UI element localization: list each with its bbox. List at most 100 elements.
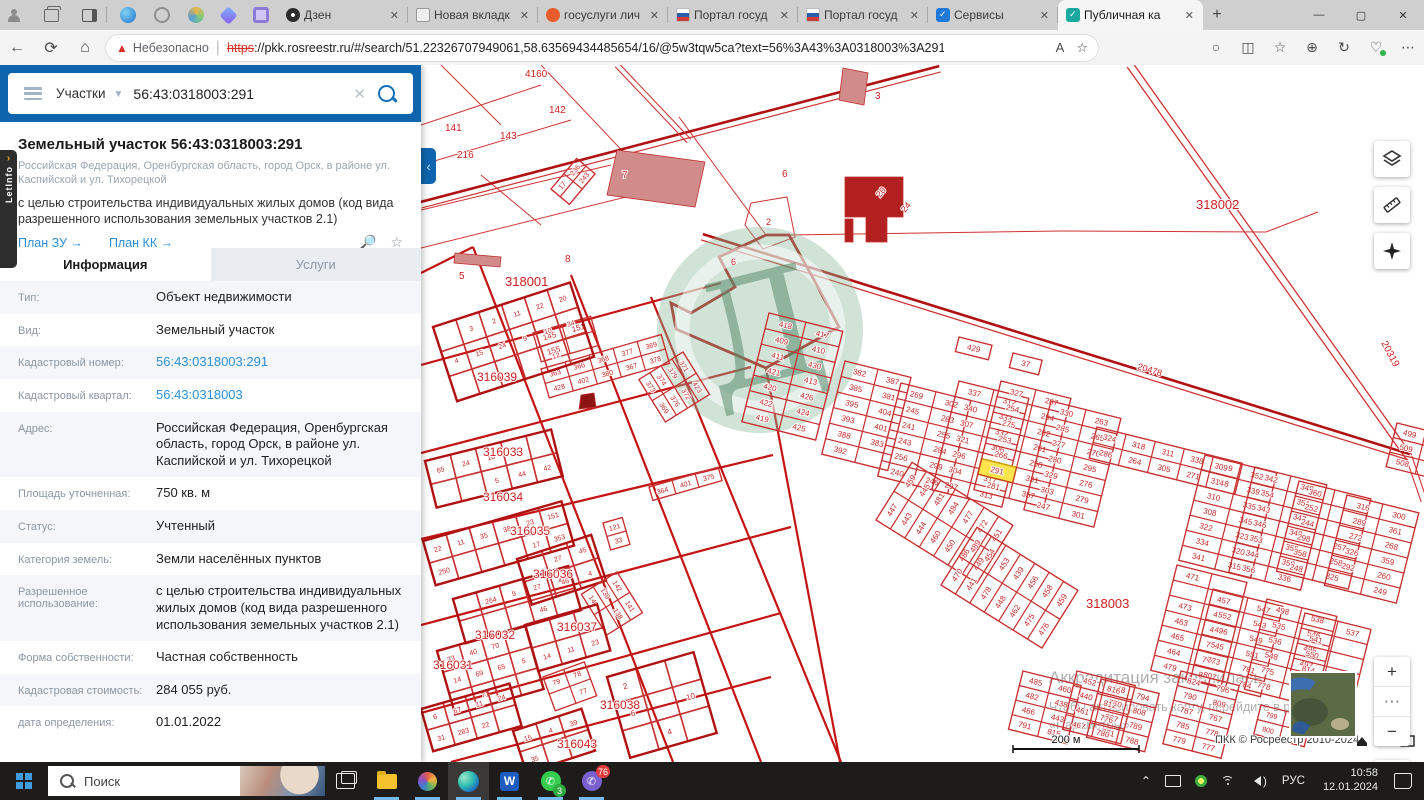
task-view-button[interactable] (325, 762, 366, 800)
split-screen-icon[interactable]: ◫ (1232, 39, 1264, 56)
safety-icon[interactable]: ♡ (1360, 39, 1392, 56)
more-icon[interactable]: ⋯ (1392, 39, 1424, 56)
search-category-select[interactable]: Участки (56, 86, 106, 101)
search-highlight-photo[interactable] (240, 766, 325, 796)
locate-button[interactable] (1374, 233, 1410, 269)
zoom-in-button[interactable]: + (1374, 657, 1410, 686)
photos-taskbar-button[interactable] (407, 762, 448, 800)
workspace-gray-icon[interactable] (154, 7, 170, 23)
browser-tab-6[interactable]: Сервисы✕ (928, 0, 1058, 30)
attribute-value: 01.01.2022 (156, 714, 222, 730)
start-button[interactable] (0, 762, 48, 800)
layers-icon (1382, 150, 1402, 166)
close-tab-icon[interactable]: ✕ (777, 8, 792, 23)
quarter-label: 316032 (475, 628, 515, 642)
cadastral-map[interactable]: ДАккредитация закончиласьЧтобы активиров… (421, 65, 1424, 762)
file-explorer-taskbar-button[interactable] (366, 762, 407, 800)
language-indicator[interactable]: РУС (1282, 775, 1305, 787)
close-tab-icon[interactable]: ✕ (517, 8, 532, 23)
quarter-label: 316031 (433, 658, 473, 672)
close-tab-icon[interactable]: ✕ (1037, 8, 1052, 23)
attribute-value[interactable]: 56:43:0318003:291 (146, 354, 408, 371)
badge: 3 (553, 784, 566, 797)
copilot-icon[interactable]: ○ (1200, 39, 1232, 56)
compass-button[interactable] (1374, 760, 1410, 762)
sidebar-toggle-icon[interactable] (76, 2, 102, 28)
close-button[interactable]: ✕ (1382, 0, 1424, 30)
layers-button[interactable] (1374, 141, 1410, 177)
word-taskbar-button[interactable]: W (489, 762, 530, 800)
search-bar[interactable]: Участки ▼ 56:43:0318003:291 ✕ (8, 73, 413, 114)
workspace-apps-icon[interactable] (253, 7, 269, 23)
minimize-button[interactable]: — (1298, 0, 1340, 30)
new-tab-button[interactable]: + (1203, 3, 1231, 27)
panel-collapse-button[interactable]: ‹ (421, 148, 436, 184)
zoom-control: + ⋯ − (1374, 657, 1410, 746)
back-icon[interactable]: ← (0, 39, 34, 57)
building (844, 218, 854, 243)
workspace-gem-icon[interactable] (219, 5, 238, 25)
display-tray-icon[interactable] (1164, 775, 1181, 787)
parcel-address-subtitle: Российская Федерация, Оренбургская облас… (18, 160, 391, 187)
browser-tab-1[interactable]: Дзен ✕ (278, 0, 408, 30)
windows-logo-icon (16, 773, 32, 789)
profile-icon[interactable] (0, 2, 26, 28)
gosuslugi-favicon (546, 8, 560, 22)
attribute-row: Кадастровый номер: 56:43:0318003:291 (0, 346, 421, 379)
viber-taskbar-button[interactable]: ✆ 76 (571, 762, 612, 800)
whatsapp-taskbar-button[interactable]: ✆ 3 (530, 762, 571, 800)
tab-stack-icon[interactable] (38, 2, 64, 28)
history-icon[interactable]: ↻ (1328, 39, 1360, 56)
tray-expand-icon[interactable]: ⌃ (1141, 774, 1151, 788)
favorites-icon[interactable]: ☆ (1264, 39, 1296, 56)
close-tab-icon[interactable]: ✕ (647, 8, 662, 23)
clock[interactable]: 10:58 12.01.2024 (1323, 767, 1378, 795)
letinfo-extension-tab[interactable]: › LetInfo (0, 150, 17, 268)
pkk-favicon (1066, 8, 1080, 22)
home-icon[interactable]: ⌂ (68, 39, 102, 57)
browser-tab-3[interactable]: госуслуги лич ✕ (538, 0, 668, 30)
menu-icon[interactable] (24, 87, 42, 100)
search-icon[interactable] (378, 85, 395, 102)
volume-icon[interactable]: ) (1249, 774, 1267, 788)
attribute-row: Категория земель: Земли населённых пункто… (0, 543, 421, 576)
close-tab-icon[interactable]: ✕ (907, 8, 922, 23)
reload-icon[interactable]: ⟳ (34, 38, 68, 58)
chevron-down-icon[interactable]: ▼ (114, 89, 124, 100)
notification-center-icon[interactable] (1394, 773, 1412, 789)
maximize-button[interactable]: ▢ (1340, 0, 1382, 30)
antivirus-tray-icon[interactable] (1194, 775, 1207, 787)
taskbar-search[interactable]: Поиск (48, 766, 325, 796)
favorite-star-icon[interactable]: ☆ (1076, 40, 1088, 56)
browser-tab-2[interactable]: Новая вкладк ✕ (408, 0, 538, 30)
workspace-blue-icon[interactable] (120, 7, 136, 23)
attribute-label: Категория земель: (18, 553, 113, 566)
zoom-more-button[interactable]: ⋯ (1374, 686, 1410, 716)
close-tab-icon[interactable]: ✕ (387, 8, 402, 23)
taskbar: Поиск W ✆ 3 ✆ 76 ⌃ ) РУС 10:58 12.01.2024 (0, 762, 1424, 800)
new-page-favicon (416, 8, 430, 22)
close-tab-icon[interactable]: ✕ (1182, 8, 1197, 23)
security-warning[interactable]: Небезопасно (133, 41, 209, 55)
browser-tab-5[interactable]: Портал госуд ✕ (798, 0, 928, 30)
url-field[interactable]: ▲ Небезопасно | https ://pkk.rosreestr.r… (106, 34, 1098, 61)
collections-icon[interactable]: ⊕ (1296, 39, 1328, 56)
quarter-label: 5 (459, 271, 465, 282)
wifi-icon[interactable] (1220, 775, 1235, 787)
tab-information[interactable]: Информация (0, 248, 211, 281)
zoom-out-button[interactable]: − (1374, 716, 1410, 746)
search-input[interactable]: 56:43:0318003:291 (133, 86, 341, 102)
measure-button[interactable] (1374, 187, 1410, 223)
divider: | (215, 38, 220, 56)
attribute-value[interactable]: 56:43:0318003 (146, 387, 408, 404)
dzen-favicon (286, 8, 300, 22)
browser-tab-4[interactable]: Портал госуд ✕ (668, 0, 798, 30)
workspace-sync-icon[interactable] (188, 7, 204, 23)
edge-taskbar-button[interactable] (448, 762, 489, 800)
clear-search-icon[interactable]: ✕ (353, 85, 366, 103)
tab-services[interactable]: Услуги (210, 248, 421, 281)
satellite-layer-thumbnail[interactable] (1289, 671, 1357, 738)
browser-tab-7[interactable]: Публичная ка✕ (1058, 0, 1203, 30)
read-aloud-icon[interactable]: A (1056, 40, 1065, 55)
quarter-label: 318001 (505, 274, 548, 289)
